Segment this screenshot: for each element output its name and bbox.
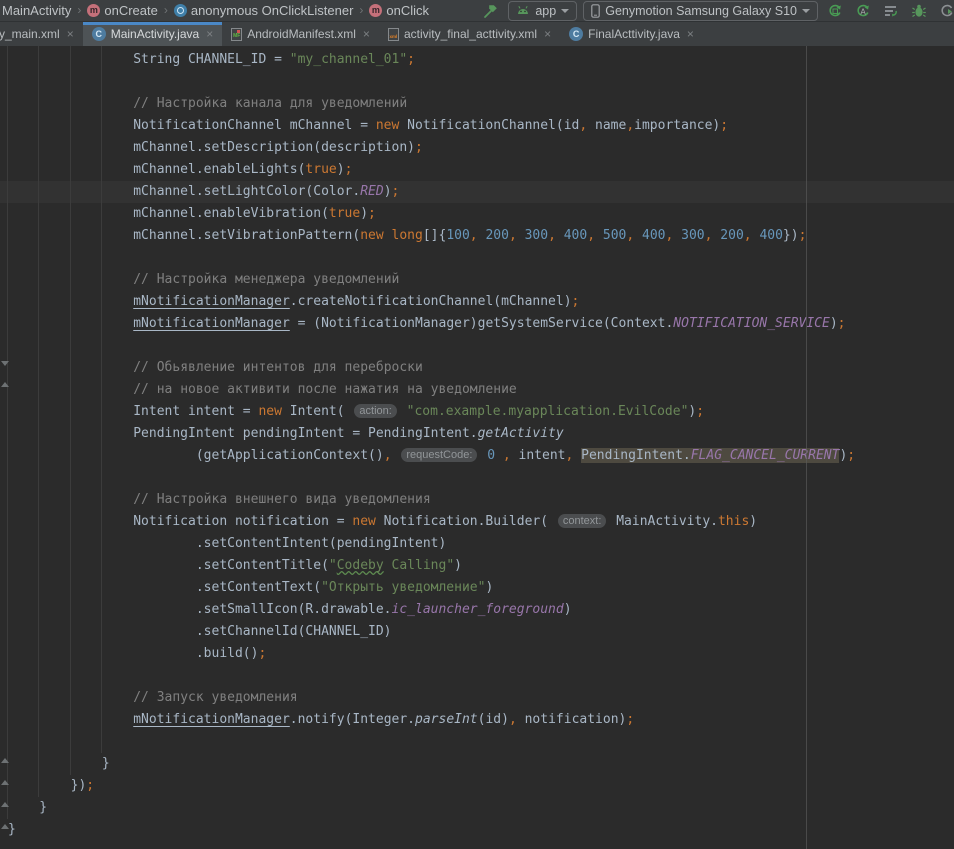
code-line[interactable]: .setSmallIcon(R.drawable.ic_launcher_for… (0, 599, 954, 621)
breadcrumb-label: anonymous OnClickListener (191, 3, 354, 18)
code-line[interactable]: mChannel.setLightColor(Color.RED); (0, 181, 954, 203)
build-hammer-icon[interactable] (480, 1, 502, 21)
anonymous-class-icon (174, 4, 187, 17)
code-line[interactable]: Intent intent = new Intent( action: "com… (0, 401, 954, 423)
breadcrumb-item-mainactivity[interactable]: MainActivity (2, 3, 71, 18)
tab-close-icon[interactable]: × (67, 27, 74, 41)
parameter-hint-chip: action: (354, 404, 396, 418)
code-line[interactable] (0, 665, 954, 687)
parameter-hint-chip: context: (558, 514, 607, 528)
code-line[interactable] (0, 71, 954, 93)
attach-debugger-icon[interactable] (936, 1, 954, 21)
xml-file-icon: xml (388, 28, 399, 41)
code-line[interactable] (0, 467, 954, 489)
code-line[interactable]: .setContentTitle("Codeby Calling") (0, 555, 954, 577)
code-line[interactable]: mNotificationManager.notify(Integer.pars… (0, 709, 954, 731)
code-line[interactable]: PendingIntent pendingIntent = PendingInt… (0, 423, 954, 445)
code-lines: String CHANNEL_ID = "my_channel_01"; // … (0, 46, 954, 841)
breadcrumb-label: onClick (386, 3, 429, 18)
code-line[interactable]: // Обьявление интентов для переброски (0, 357, 954, 379)
tab-close-icon[interactable]: × (363, 27, 370, 41)
breadcrumb-separator: › (359, 3, 363, 17)
code-line[interactable]: .setChannelId(CHANNEL_ID) (0, 621, 954, 643)
chevron-down-icon (802, 9, 810, 13)
code-line[interactable]: } (0, 819, 954, 841)
fold-marker[interactable] (1, 780, 9, 785)
java-class-icon: C (92, 27, 106, 41)
tab-close-icon[interactable]: × (206, 27, 213, 41)
tab-label: ity_main.xml (0, 27, 60, 41)
tab-androidmanifest-xml[interactable]: MF AndroidManifest.xml × (222, 22, 379, 46)
chevron-down-icon (561, 9, 569, 13)
run-config-select[interactable]: app (508, 1, 577, 21)
fold-marker[interactable] (1, 382, 9, 387)
run-config-label: app (535, 4, 556, 18)
code-line[interactable]: (getApplicationContext(), requestCode: 0… (0, 445, 954, 467)
code-line[interactable]: // на новое активити после нажатия на ув… (0, 379, 954, 401)
breadcrumb-label: MainActivity (2, 3, 71, 18)
code-line[interactable]: .build(); (0, 643, 954, 665)
editor-tabs: ity_main.xml × C MainActivity.java × MF Androi… (0, 22, 954, 46)
code-line[interactable]: String CHANNEL_ID = "my_channel_01"; (0, 49, 954, 71)
breadcrumb-item-oncreate[interactable]: m onCreate (87, 3, 157, 18)
fold-marker[interactable] (1, 361, 9, 366)
code-line[interactable] (0, 247, 954, 269)
breadcrumb-item-anonymous-onclicklistener[interactable]: anonymous OnClickListener (174, 3, 354, 18)
code-line[interactable]: mChannel.enableVibration(true); (0, 203, 954, 225)
code-line[interactable] (0, 731, 954, 753)
tab-mainactivity-java[interactable]: C MainActivity.java × (83, 22, 223, 46)
apply-changes-icon[interactable] (824, 1, 846, 21)
breadcrumb-separator: › (164, 3, 168, 17)
code-line[interactable]: NotificationChannel mChannel = new Notif… (0, 115, 954, 137)
fold-marker[interactable] (1, 758, 9, 763)
method-icon: m (369, 4, 382, 17)
phone-icon (591, 4, 600, 18)
code-line[interactable]: // Настройка менеджера уведомлений (0, 269, 954, 291)
manifest-file-icon: MF (231, 28, 242, 41)
code-line[interactable]: .setContentIntent(pendingIntent) (0, 533, 954, 555)
code-line[interactable]: mChannel.setDescription(description); (0, 137, 954, 159)
code-line[interactable]: // Настройка канала для уведомлений (0, 93, 954, 115)
tab-ity-main-xml[interactable]: ity_main.xml × (0, 22, 83, 46)
toolbar: MainActivity › m onCreate › anonymous OnClick… (0, 0, 954, 22)
breadcrumb: MainActivity › m onCreate › anonymous OnClick… (0, 0, 480, 21)
code-line[interactable]: mNotificationManager.createNotificationC… (0, 291, 954, 313)
code-line[interactable]: .setContentText("Открыть уведомление") (0, 577, 954, 599)
device-label: Genymotion Samsung Galaxy S10 (605, 4, 797, 18)
tab-finalacttivity-java[interactable]: C FinalActtivity.java × (560, 22, 703, 46)
method-icon: m (87, 4, 100, 17)
code-line[interactable] (0, 335, 954, 357)
breadcrumb-item-onclick[interactable]: m onClick (369, 3, 429, 18)
tab-close-icon[interactable]: × (687, 27, 694, 41)
svg-text:A: A (860, 7, 866, 16)
code-line[interactable]: Notification notification = new Notifica… (0, 511, 954, 533)
android-icon (516, 5, 530, 17)
parameter-hint-chip: requestCode: (401, 448, 477, 462)
profiler-icon[interactable] (880, 1, 902, 21)
code-line[interactable]: } (0, 753, 954, 775)
tab-label: MainActivity.java (111, 27, 199, 41)
code-line[interactable]: } (0, 797, 954, 819)
code-line[interactable]: mNotificationManager = (NotificationMana… (0, 313, 954, 335)
tab-label: AndroidManifest.xml (247, 27, 356, 41)
tab-label: FinalActtivity.java (588, 27, 680, 41)
code-line[interactable]: }); (0, 775, 954, 797)
tab-activity-final-acttivity-xml[interactable]: xml activity_final_acttivity.xml × (379, 22, 560, 46)
java-class-icon: C (569, 27, 583, 41)
code-line[interactable]: mChannel.enableLights(true); (0, 159, 954, 181)
code-line[interactable]: // Запуск уведомления (0, 687, 954, 709)
fold-marker[interactable] (1, 824, 9, 829)
toolbar-actions: app Genymotion Samsung Galaxy S10 A (480, 1, 954, 21)
code-line[interactable]: // Настройка внешнего вида уведомления (0, 489, 954, 511)
code-line[interactable]: mChannel.setVibrationPattern(new long[]{… (0, 225, 954, 247)
breadcrumb-label: onCreate (104, 3, 157, 18)
breadcrumb-separator: › (77, 3, 81, 17)
debug-icon[interactable] (908, 1, 930, 21)
apply-code-changes-icon[interactable]: A (852, 1, 874, 21)
tab-label: activity_final_acttivity.xml (404, 27, 537, 41)
device-select[interactable]: Genymotion Samsung Galaxy S10 (583, 1, 818, 21)
fold-marker[interactable] (1, 802, 9, 807)
code-editor[interactable]: String CHANNEL_ID = "my_channel_01"; // … (0, 46, 954, 849)
tab-close-icon[interactable]: × (544, 27, 551, 41)
